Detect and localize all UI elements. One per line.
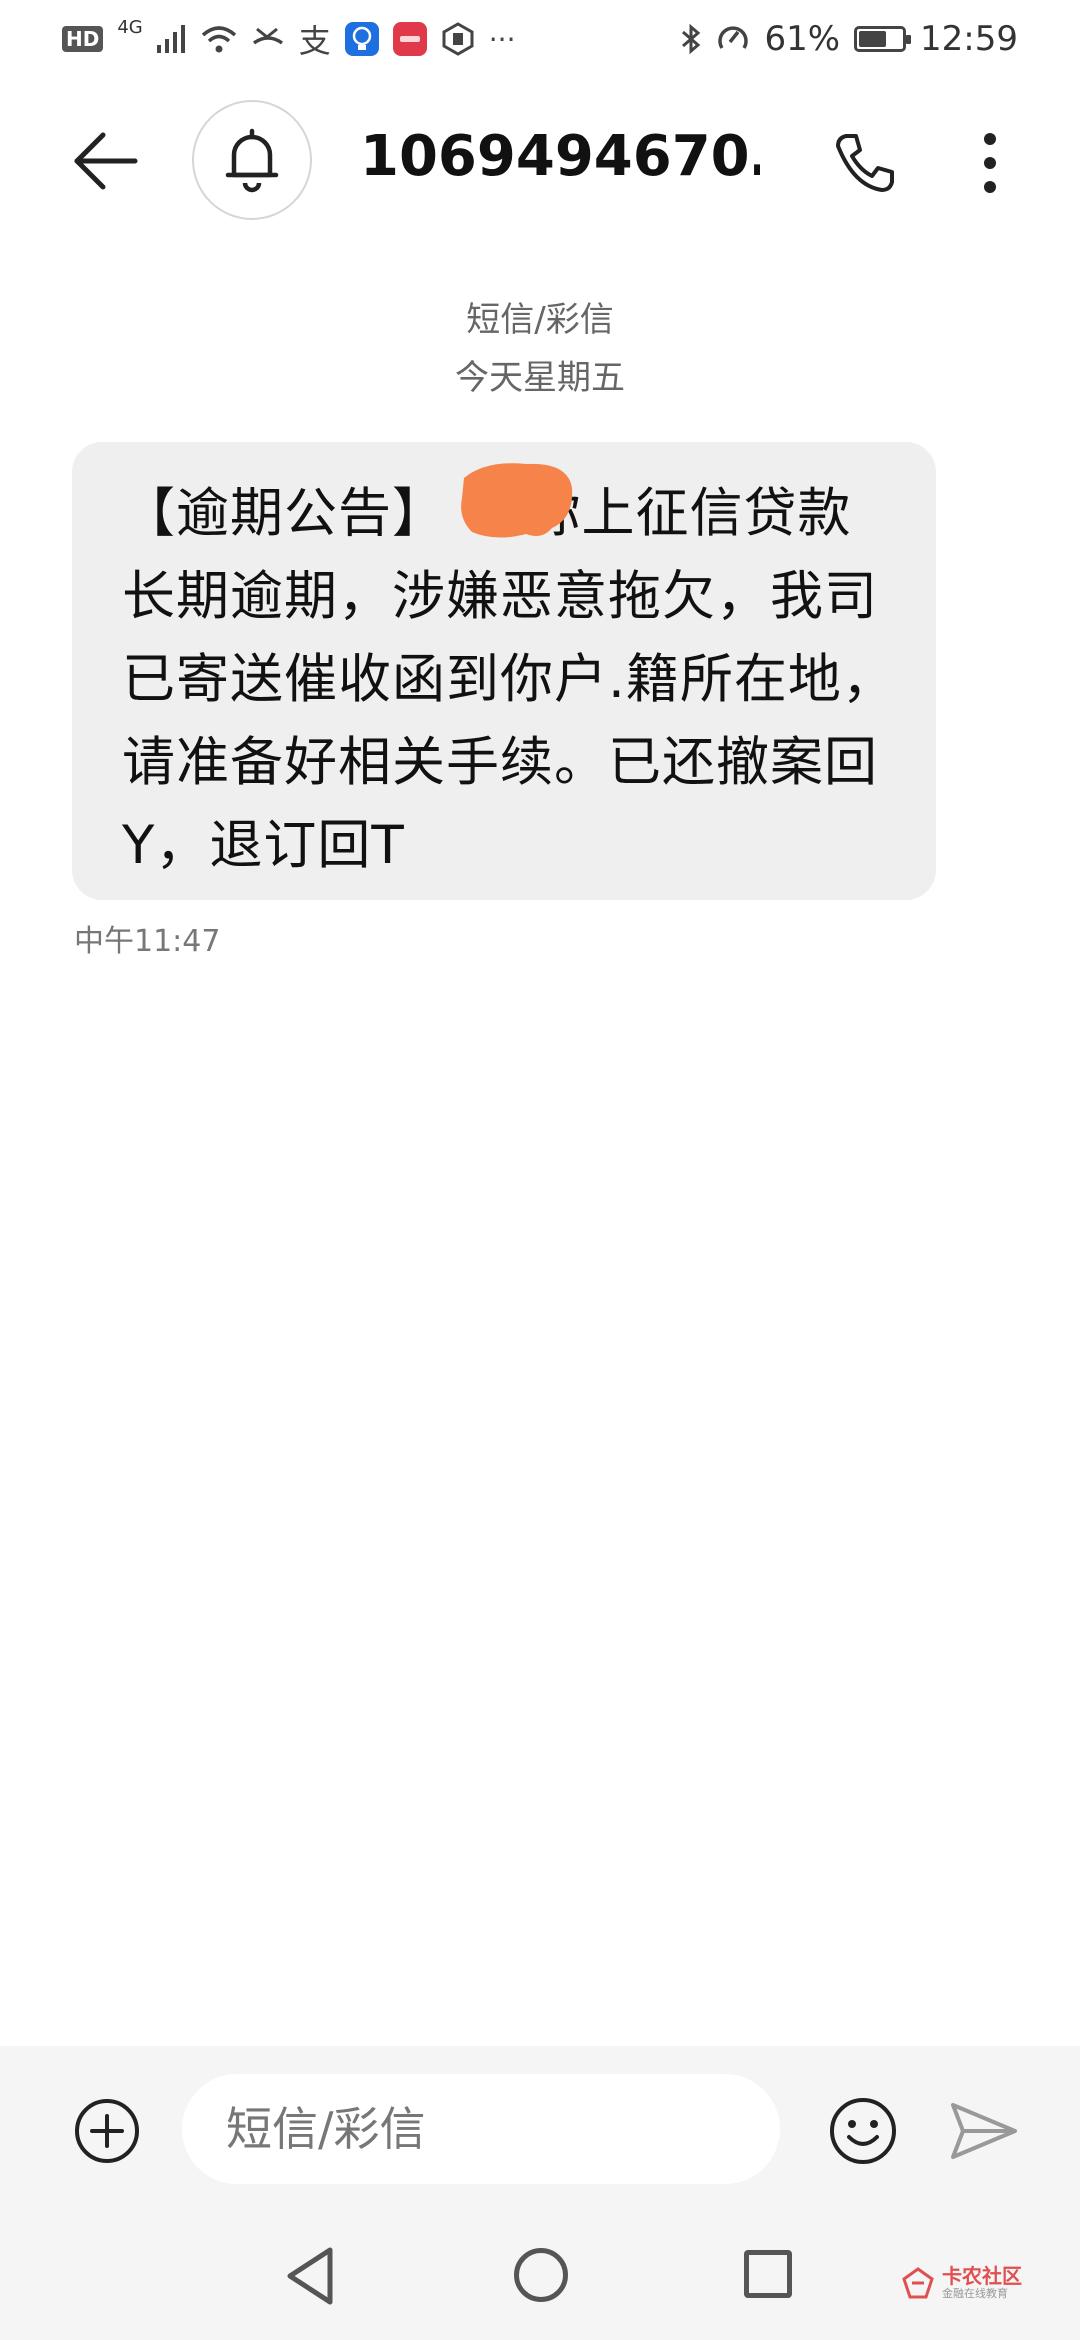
watermark: 卡农社区 金融在线教育 [900, 2256, 1050, 2310]
message-type-label: 短信/彩信 [466, 300, 614, 340]
watermark-text: 卡农社区 金融在线教育 [942, 2265, 1022, 2301]
nav-back-icon[interactable] [284, 2246, 338, 2306]
huawei-app-icon [392, 22, 427, 56]
battery-icon [854, 26, 912, 52]
power-saving-icon [718, 26, 749, 49]
status-bar: HD 4G 支 ··· 61% 12:59 [0, 0, 1080, 78]
contact-title[interactable]: 1069494670… [360, 124, 760, 189]
message-input[interactable] [182, 2074, 780, 2184]
wifi-icon [201, 26, 236, 53]
call-button[interactable] [822, 120, 908, 206]
hexagon-app-icon [442, 22, 474, 56]
emoji-button[interactable] [828, 2096, 898, 2166]
watermark-subtitle: 金融在线教育 [942, 2287, 1008, 2300]
signal-icon [156, 25, 185, 53]
nav-home-icon[interactable] [514, 2248, 568, 2302]
missed-call-icon [252, 27, 283, 45]
message-timestamp: 中午11:47 [74, 924, 221, 959]
watermark-title: 卡农社区 [942, 2264, 1022, 2288]
bell-icon [225, 128, 279, 193]
message-bubble[interactable]: 【逾期公告】 你上征信贷款长期逾期，涉嫌恶意拖欠，我司已寄送催收函到你户.籍所在… [72, 442, 936, 900]
bluetooth-icon [682, 23, 701, 55]
message-composer [0, 2046, 1080, 2216]
lightbulb-app-icon [344, 22, 379, 56]
add-attachment-button[interactable] [74, 2098, 140, 2164]
back-arrow-icon [74, 132, 138, 190]
back-button[interactable] [62, 118, 148, 204]
send-button[interactable] [948, 2096, 1020, 2166]
battery-percent: 61% [764, 19, 841, 59]
add-circle-icon [75, 2099, 139, 2163]
more-options-button[interactable] [950, 120, 1030, 206]
status-bar-right: 61% 12:59 [680, 19, 1018, 59]
nav-recents-icon[interactable] [744, 2250, 792, 2298]
status-bar-left: HD 4G 支 ··· [62, 16, 515, 62]
date-separator: 今天星期五 [455, 358, 625, 398]
send-icon [951, 2103, 1017, 2159]
more-notifications-icon: ··· [488, 22, 516, 56]
alipay-icon: 支 [298, 22, 331, 60]
conversation-header: 1069494670… [0, 96, 1080, 224]
emoji-icon [830, 2098, 896, 2164]
status-time: 12:59 [920, 19, 1018, 59]
battery-level-fill [859, 31, 886, 47]
network-type-label: 4G [117, 16, 143, 38]
phone-icon [836, 134, 894, 192]
redaction-mark [461, 463, 573, 538]
hd-badge: HD [62, 26, 104, 52]
sms-conversation-screen: HD 4G 支 ··· 61% 12:59 1069494670 短信/彩信 今… [0, 0, 1080, 2340]
contact-avatar[interactable] [192, 100, 312, 220]
more-vertical-icon [984, 133, 996, 193]
watermark-logo-icon [902, 2267, 934, 2299]
